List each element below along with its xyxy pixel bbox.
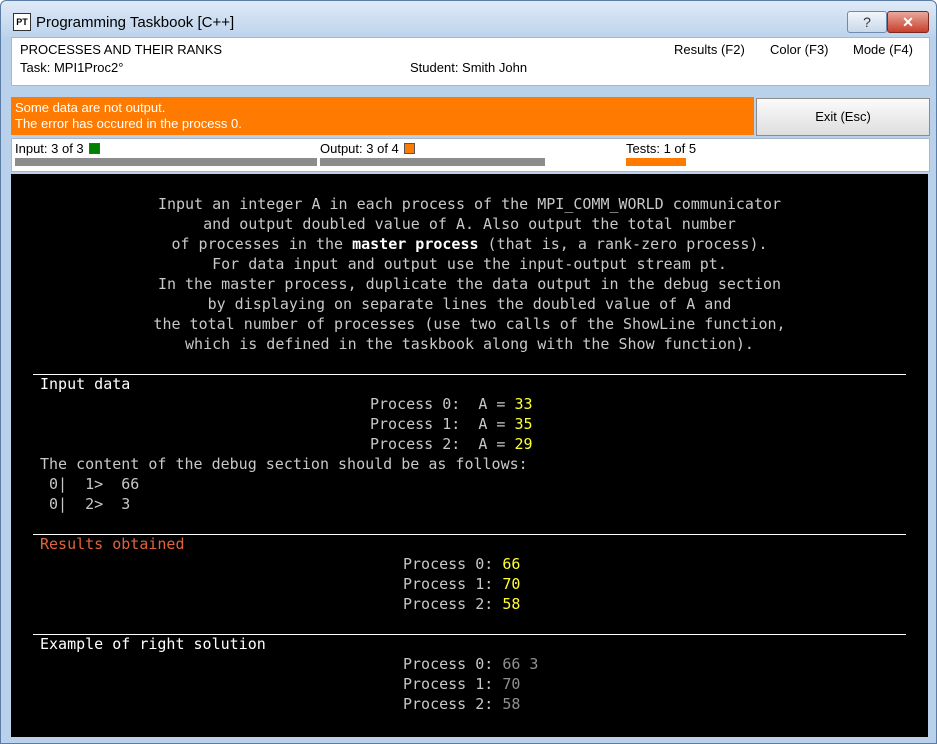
example-row: Process 0: 66 3 xyxy=(403,655,539,673)
output-status-label: Output: 3 of 4 xyxy=(320,141,399,156)
debug-heading: The content of the debug section should … xyxy=(40,455,528,473)
description-line: Input an integer A in each process of th… xyxy=(157,195,782,213)
description-line: For data input and output use the input-… xyxy=(212,255,727,273)
section-title: PROCESSES AND THEIR RANKS xyxy=(20,42,223,57)
input-progress-bar xyxy=(15,158,317,166)
example-row: Process 1: 70 xyxy=(403,675,521,693)
student-name: Student: Smith John xyxy=(410,60,528,75)
tests-progress-bar xyxy=(626,158,686,166)
example-heading: Example of right solution xyxy=(40,635,266,653)
app-window: PT Programming Taskbook [C++] ? ✕ PROCES… xyxy=(0,0,937,744)
tests-status: Tests: 1 of 5 xyxy=(626,141,697,156)
result-row: Process 1: 70 xyxy=(403,575,521,593)
exit-button[interactable]: Exit (Esc) xyxy=(756,98,930,136)
status-bar: Input: 3 of 3 Output: 3 of 4 Tests: 1 of… xyxy=(11,138,930,172)
description-line: of processes in the master process (that… xyxy=(171,235,768,253)
description-line: by displaying on separate lines the doub… xyxy=(207,295,732,313)
result-row: Process 0: 66 xyxy=(403,555,521,573)
error-line-2: The error has occured in the process 0. xyxy=(15,116,242,131)
app-icon: PT xyxy=(13,13,31,31)
input-status-label: Input: 3 of 3 xyxy=(15,141,84,156)
task-console: Input an integer A in each process of th… xyxy=(11,174,928,737)
window-title: Programming Taskbook [C++] xyxy=(36,14,235,31)
description-line: which is defined in the taskbook along w… xyxy=(185,335,754,353)
description-line: and output doubled value of A. Also outp… xyxy=(203,215,736,233)
mode-menu[interactable]: Mode (F4) xyxy=(853,42,913,57)
results-menu[interactable]: Results (F2) xyxy=(674,42,745,57)
section-divider xyxy=(33,374,906,375)
input-row: Process 1: A = 35 xyxy=(370,415,533,433)
error-line-1: Some data are not output. xyxy=(15,100,166,115)
description-line: the total number of processes (use two c… xyxy=(153,315,786,333)
output-status-square-icon xyxy=(403,143,415,154)
results-heading: Results obtained xyxy=(40,535,185,553)
input-row: Process 2: A = 29 xyxy=(370,435,533,453)
task-header: PROCESSES AND THEIR RANKS Task: MPI1Proc… xyxy=(11,37,930,86)
example-row: Process 2: 58 xyxy=(403,695,521,713)
output-status: Output: 3 of 4 xyxy=(320,141,415,156)
help-button[interactable]: ? xyxy=(847,11,887,33)
debug-line: 0| 1> 66 xyxy=(40,475,140,493)
result-row: Process 2: 58 xyxy=(403,595,521,613)
input-status: Input: 3 of 3 xyxy=(15,141,100,156)
description-line: In the master process, duplicate the dat… xyxy=(157,275,782,293)
debug-line: 0| 2> 3 xyxy=(40,495,131,513)
task-name: Task: MPI1Proc2° xyxy=(20,60,124,75)
emphasis-text: master process xyxy=(352,235,479,253)
title-bar[interactable]: PT Programming Taskbook [C++] ? ✕ xyxy=(1,1,936,37)
color-menu[interactable]: Color (F3) xyxy=(770,42,829,57)
input-data-heading: Input data xyxy=(40,375,131,393)
close-button[interactable]: ✕ xyxy=(887,11,929,33)
error-banner: Some data are not output. The error has … xyxy=(11,97,754,135)
output-progress-bar xyxy=(320,158,545,166)
input-row: Process 0: A = 33 xyxy=(370,395,533,413)
input-status-square-icon xyxy=(88,143,100,154)
